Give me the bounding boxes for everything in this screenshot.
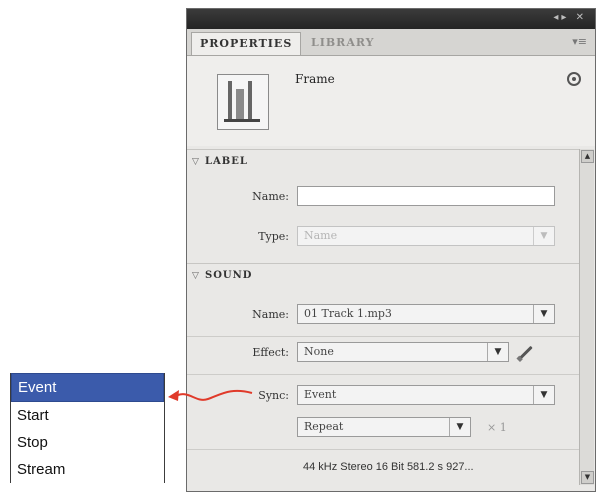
frame-label: Frame: [295, 72, 335, 86]
dropdown-arrow-icon: ▼: [487, 343, 508, 361]
edit-envelope-icon[interactable]: [519, 345, 533, 360]
sound-section-header[interactable]: ▽ SOUND: [187, 263, 579, 288]
divider: [187, 374, 579, 375]
label-section-header[interactable]: ▽ LABEL: [187, 149, 579, 174]
repeat-value: Repeat: [304, 420, 344, 433]
collapse-triangle-icon[interactable]: ▽: [187, 264, 205, 288]
panel-menu-icon[interactable]: ▾≡: [572, 35, 587, 48]
collapse-triangle-icon[interactable]: ▽: [187, 150, 205, 174]
tab-properties[interactable]: PROPERTIES: [191, 32, 302, 55]
label-type-dropdown[interactable]: Name ▼: [297, 226, 555, 246]
effect-label: Effect:: [252, 346, 289, 359]
panel-tabs: PROPERTIES LIBRARY ▾≡: [187, 29, 595, 56]
sound-name-value: 01 Track 1.mp3: [304, 307, 392, 320]
frame-icon: [217, 74, 269, 130]
sound-name-label: Name:: [252, 308, 289, 321]
sync-option-event[interactable]: Event: [11, 373, 164, 402]
dropdown-arrow-icon: ▼: [449, 418, 470, 436]
scroll-up-icon[interactable]: ▲: [581, 150, 594, 163]
collapse-close-icon[interactable]: ◂▸ ✕: [553, 12, 587, 23]
sync-options-list: Event Start Stop Stream: [10, 373, 165, 483]
properties-panel: ◂▸ ✕ PROPERTIES LIBRARY ▾≡ Frame ▲ ▼ ▽ LA…: [186, 8, 596, 492]
panel-scrollbar[interactable]: ▲ ▼: [579, 149, 594, 485]
repeat-dropdown[interactable]: Repeat ▼: [297, 417, 471, 437]
sync-option-start[interactable]: Start: [11, 402, 164, 429]
sync-dropdown[interactable]: Event ▼: [297, 385, 555, 405]
sound-info-text: 44 kHz Stereo 16 Bit 581.2 s 927...: [303, 461, 474, 473]
help-icon[interactable]: [567, 72, 581, 86]
sync-option-stop[interactable]: Stop: [11, 429, 164, 456]
label-type-value: Name: [304, 229, 338, 242]
label-name-label: Name:: [252, 190, 289, 203]
divider: [187, 336, 579, 337]
frame-info: Frame: [187, 56, 595, 146]
tab-library[interactable]: LIBRARY: [303, 32, 383, 54]
repeat-count[interactable]: × 1: [487, 421, 507, 434]
sync-value: Event: [304, 388, 337, 401]
dropdown-arrow-icon: ▼: [533, 227, 554, 245]
sound-name-dropdown[interactable]: 01 Track 1.mp3 ▼: [297, 304, 555, 324]
panel-titlebar[interactable]: ◂▸ ✕: [187, 9, 595, 29]
effect-dropdown[interactable]: None ▼: [297, 342, 509, 362]
effect-value: None: [304, 345, 334, 358]
label-type-label: Type:: [258, 230, 289, 243]
label-section-title: LABEL: [205, 156, 248, 167]
callout-arrow-icon: [168, 389, 253, 401]
sync-option-stream[interactable]: Stream: [11, 456, 164, 483]
divider: [187, 449, 579, 450]
dropdown-arrow-icon: ▼: [533, 305, 554, 323]
sound-section-title: SOUND: [205, 270, 253, 281]
scroll-down-icon[interactable]: ▼: [581, 471, 594, 484]
label-name-input[interactable]: [297, 186, 555, 206]
dropdown-arrow-icon: ▼: [533, 386, 554, 404]
